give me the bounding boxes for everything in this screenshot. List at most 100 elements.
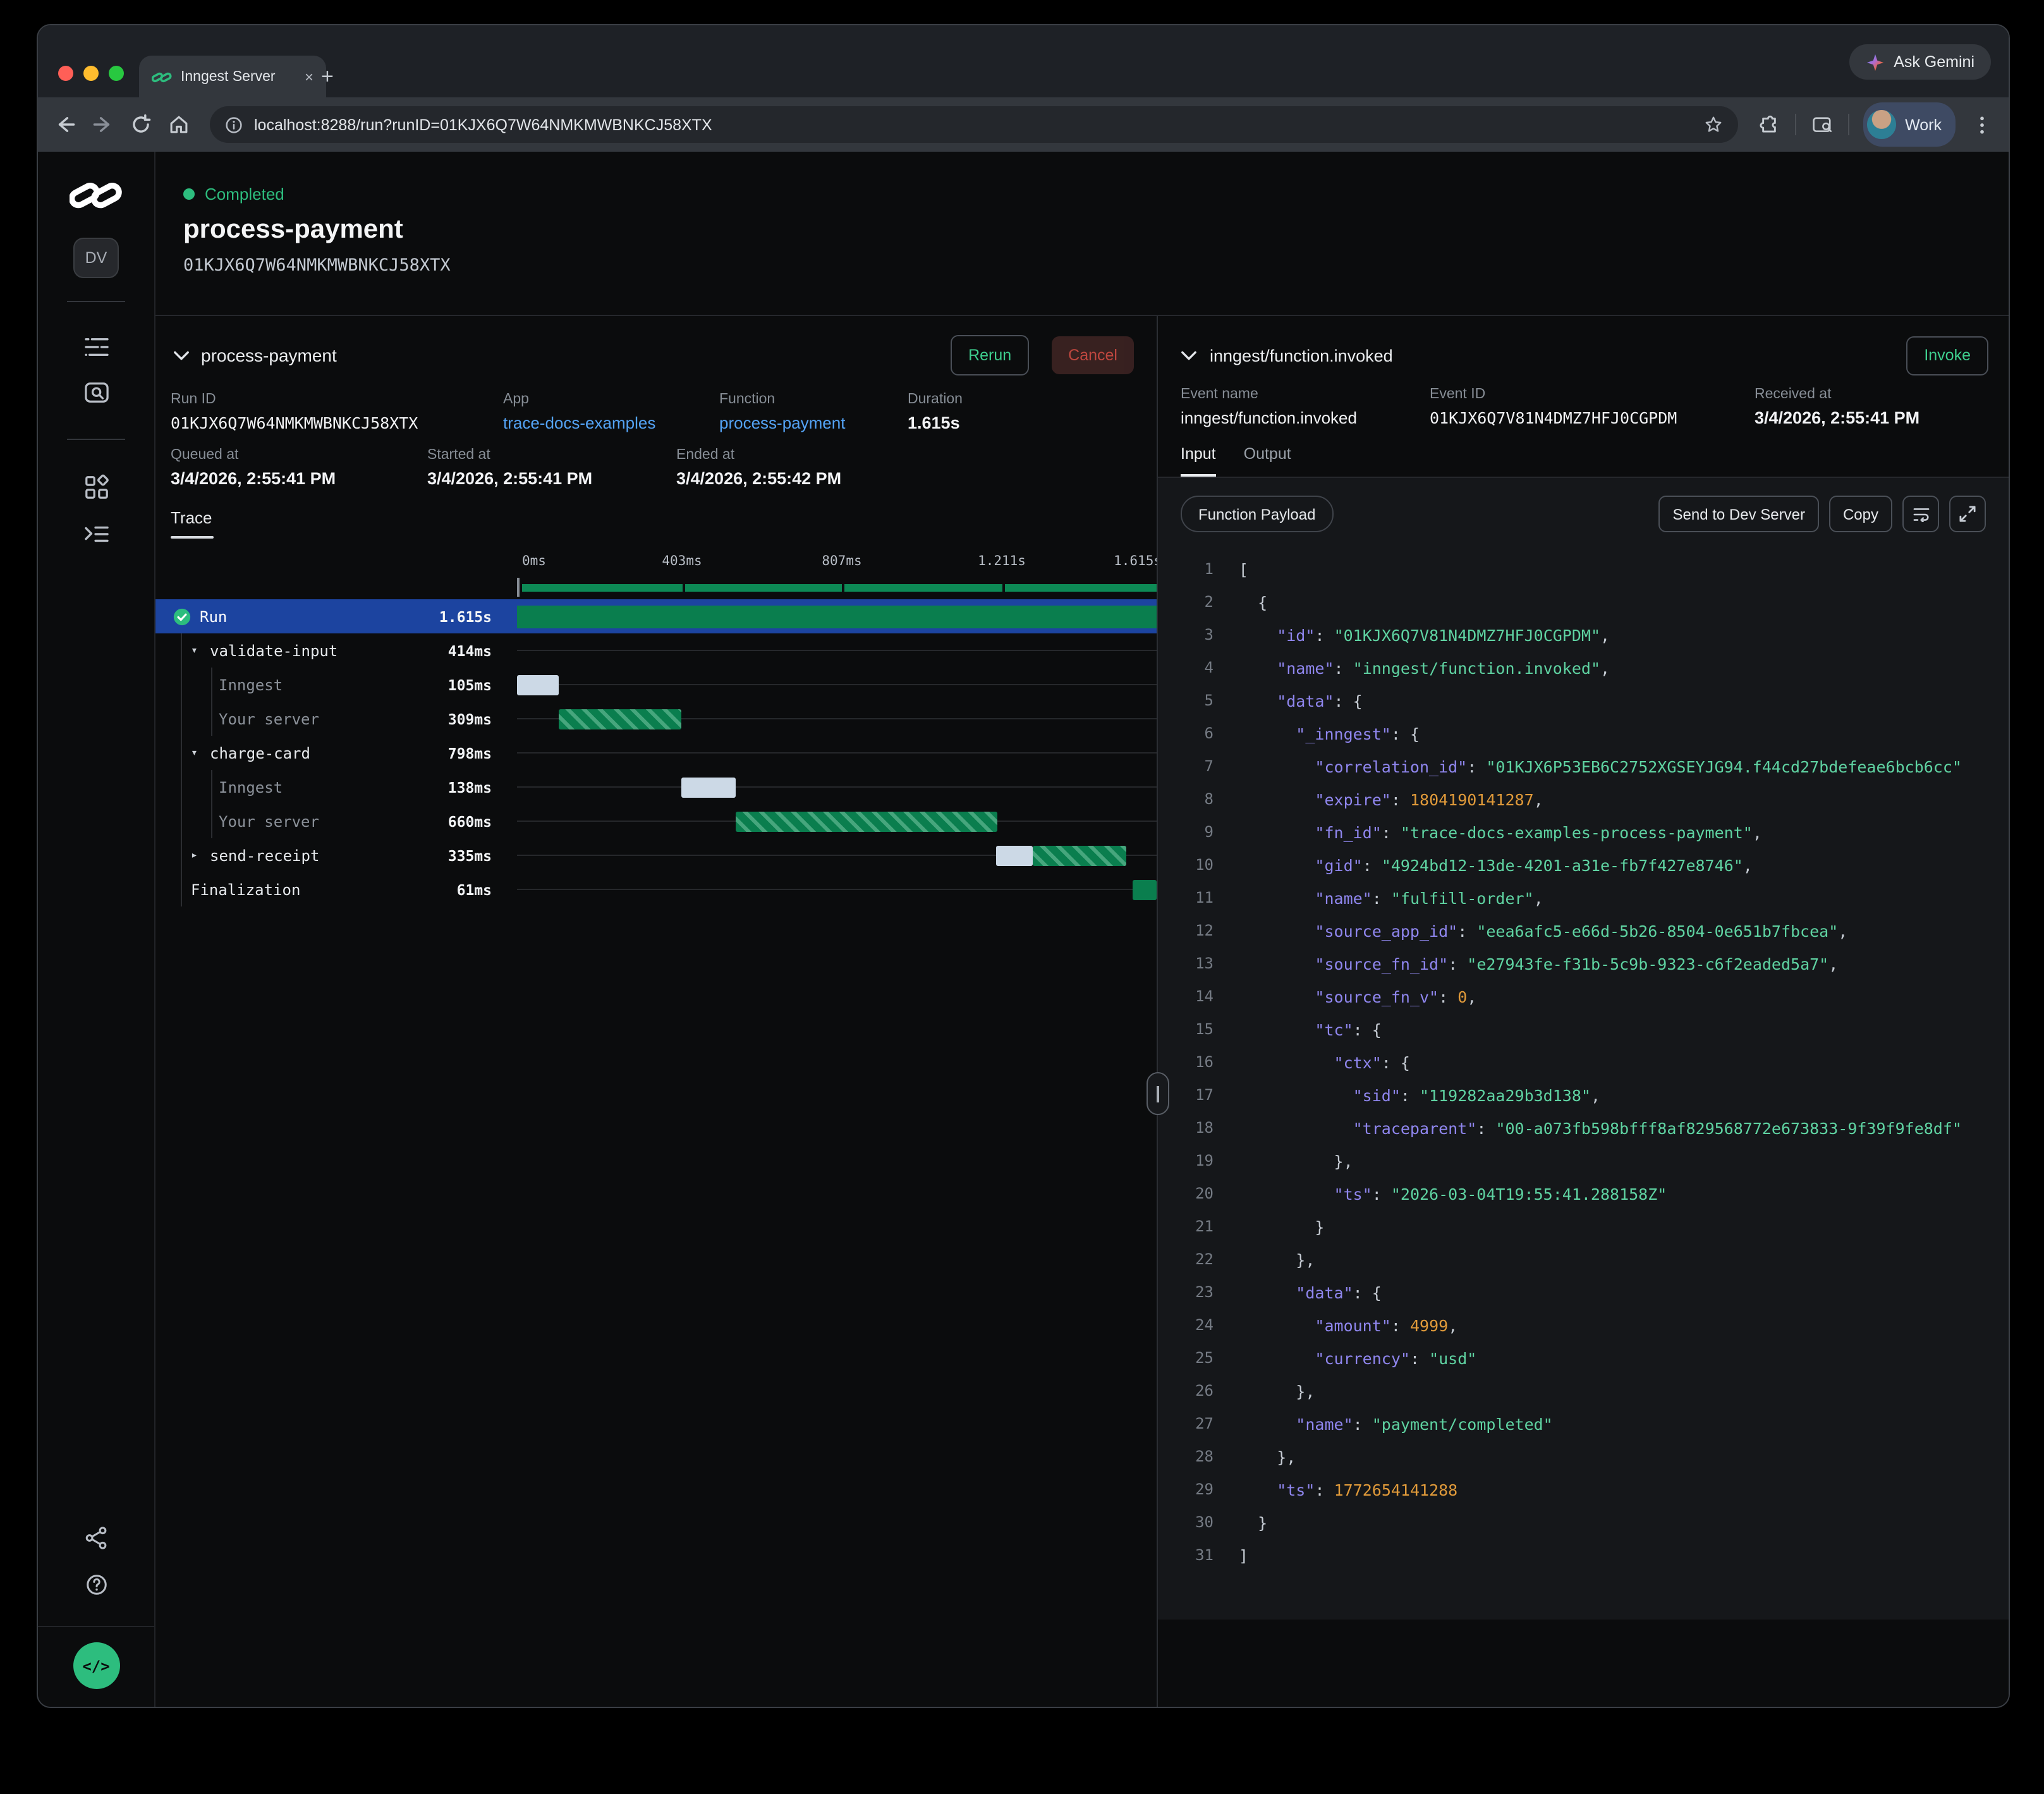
tab-input[interactable]: Input <box>1181 445 1216 477</box>
address-bar[interactable]: localhost:8288/run?runID=01KJX6Q7W64NMKM… <box>210 106 1738 143</box>
new-tab-button[interactable]: + <box>321 64 334 90</box>
trace-row-run[interactable]: Run1.615s <box>155 599 1157 633</box>
tab-close-icon[interactable]: × <box>305 69 313 84</box>
code-token: "name" <box>1239 888 1372 907</box>
runs-list-icon[interactable] <box>83 336 109 358</box>
browser-tab[interactable]: Inngest Server × <box>139 56 326 97</box>
bookmark-star-icon[interactable] <box>1704 115 1723 134</box>
event-search-icon[interactable] <box>83 381 109 405</box>
trace-row-track <box>517 804 1157 838</box>
line-number: 8 <box>1181 790 1214 808</box>
send-to-dev-server-button[interactable]: Send to Dev Server <box>1659 496 1819 532</box>
ask-gemini-button[interactable]: Ask Gemini <box>1849 44 1991 80</box>
forward-button[interactable] <box>91 113 115 137</box>
chevron-down-icon[interactable] <box>1181 350 1197 361</box>
extensions-icon[interactable] <box>1757 113 1781 137</box>
line-number: 29 <box>1181 1480 1214 1498</box>
zoom-window-button[interactable] <box>109 66 124 81</box>
code-token: "payment/completed" <box>1372 1414 1553 1433</box>
code-text: "_inngest": { <box>1239 724 1420 743</box>
line-number: 10 <box>1181 856 1214 874</box>
share-icon[interactable] <box>84 1526 108 1550</box>
code-line: 30 } <box>1181 1506 1986 1539</box>
code-token: "gid" <box>1239 855 1363 874</box>
tab-output[interactable]: Output <box>1244 445 1291 477</box>
dev-code-button[interactable]: </> <box>73 1642 119 1689</box>
code-line: 18 "traceparent": "00-a073fb598bfff8af82… <box>1181 1111 1986 1144</box>
trace-row-your-server[interactable]: Your server660ms <box>155 804 1157 838</box>
code-token: 1804190141287 <box>1410 790 1534 809</box>
app-badge[interactable]: DV <box>73 238 119 278</box>
trace-row-inngest[interactable]: Inngest138ms <box>155 770 1157 804</box>
search-tabs-icon[interactable] <box>1810 113 1834 137</box>
ask-gemini-label: Ask Gemini <box>1894 53 1974 71</box>
tab-trace[interactable]: Trace <box>155 508 214 539</box>
trace-row-label-cell: Your server <box>155 710 378 728</box>
expand-icon[interactable] <box>1949 496 1986 532</box>
code-token: : { <box>1334 691 1363 710</box>
function-link[interactable]: process-payment <box>719 413 908 432</box>
trace-row-duration: 138ms <box>378 778 517 796</box>
panel-resize-handle[interactable] <box>1147 1072 1169 1115</box>
code-text: "expire": 1804190141287, <box>1239 790 1543 809</box>
chevron-down-icon[interactable]: ▾ <box>191 747 210 759</box>
inngest-logo-icon[interactable] <box>70 177 123 212</box>
span-bar-light <box>996 845 1033 865</box>
payload-code-editor[interactable]: 1[2 {3 "id": "01KJX6Q7V81N4DMZ7HFJ0CGPDM… <box>1181 552 1986 1571</box>
site-info-icon[interactable] <box>225 116 243 133</box>
functions-terminal-icon[interactable] <box>83 523 109 545</box>
trace-row-label: send-receipt <box>210 846 319 864</box>
word-wrap-icon[interactable] <box>1902 496 1939 532</box>
code-line: 20 "ts": "2026-03-04T19:55:41.288158Z" <box>1181 1177 1986 1210</box>
code-line: 11 "name": "fulfill-order", <box>1181 881 1986 914</box>
app-link[interactable]: trace-docs-examples <box>503 413 719 432</box>
chevron-right-icon[interactable]: ▸ <box>191 849 210 862</box>
trace-row-inngest[interactable]: Inngest105ms <box>155 668 1157 702</box>
code-text: "data": { <box>1239 691 1363 710</box>
code-token: }, <box>1239 1250 1315 1269</box>
trace-row-duration: 61ms <box>378 881 517 898</box>
line-number: 1 <box>1181 560 1214 578</box>
help-icon[interactable] <box>84 1573 108 1597</box>
rerun-button[interactable]: Rerun <box>951 335 1029 375</box>
cancel-button[interactable]: Cancel <box>1052 336 1134 374</box>
code-token: "4924bd12-13de-4201-a31e-fb7f427e8746" <box>1382 855 1743 874</box>
reload-button[interactable] <box>129 113 153 137</box>
code-line: 2 { <box>1181 585 1986 618</box>
minimize-window-button[interactable] <box>83 66 99 81</box>
inngest-app: DV </> <box>38 152 2009 1707</box>
code-line: 23 "data": { <box>1181 1276 1986 1309</box>
trace-row-charge-card[interactable]: ▾charge-card798ms <box>155 736 1157 770</box>
close-window-button[interactable] <box>58 66 73 81</box>
function-payload-badge[interactable]: Function Payload <box>1181 496 1333 532</box>
code-text: }, <box>1239 1250 1315 1269</box>
line-number: 14 <box>1181 987 1214 1005</box>
code-token: "usd" <box>1429 1348 1476 1367</box>
code-token: "01KJX6P53EB6C2752XGSEYJG94.f44cd27bdefe… <box>1486 757 1962 776</box>
trace-row-send-receipt[interactable]: ▸send-receipt335ms <box>155 838 1157 872</box>
code-text: }, <box>1239 1151 1353 1170</box>
trace-row-finalization[interactable]: Finalization61ms <box>155 872 1157 906</box>
profile-button[interactable]: Work <box>1863 102 1956 147</box>
span-bar-hatch <box>559 709 681 729</box>
copy-button[interactable]: Copy <box>1829 496 1892 532</box>
chevron-down-icon[interactable]: ▾ <box>191 644 210 657</box>
code-token: "119282aa29b3d138" <box>1420 1085 1591 1104</box>
code-text: } <box>1239 1217 1324 1236</box>
trace-row-your-server[interactable]: Your server309ms <box>155 702 1157 736</box>
line-number: 9 <box>1181 823 1214 841</box>
span-bar-solid <box>517 605 1157 628</box>
timeline-overview-bar <box>522 584 1158 592</box>
code-token: : <box>1476 1118 1495 1137</box>
invoke-button[interactable]: Invoke <box>1906 336 1988 375</box>
home-button[interactable] <box>167 113 191 137</box>
code-token: , <box>1600 625 1610 644</box>
trace-row-validate-input[interactable]: ▾validate-input414ms <box>155 633 1157 668</box>
apps-icon[interactable] <box>83 474 109 501</box>
back-button[interactable] <box>53 113 77 137</box>
tab-title: Inngest Server <box>181 69 296 84</box>
browser-menu-icon[interactable] <box>1969 113 1993 137</box>
chevron-down-icon[interactable] <box>173 350 190 361</box>
url-text[interactable]: localhost:8288/run?runID=01KJX6Q7W64NMKM… <box>254 116 1693 133</box>
trace-waterfall: 0ms 403ms 807ms 1.211s 1.615s <box>155 554 1157 906</box>
